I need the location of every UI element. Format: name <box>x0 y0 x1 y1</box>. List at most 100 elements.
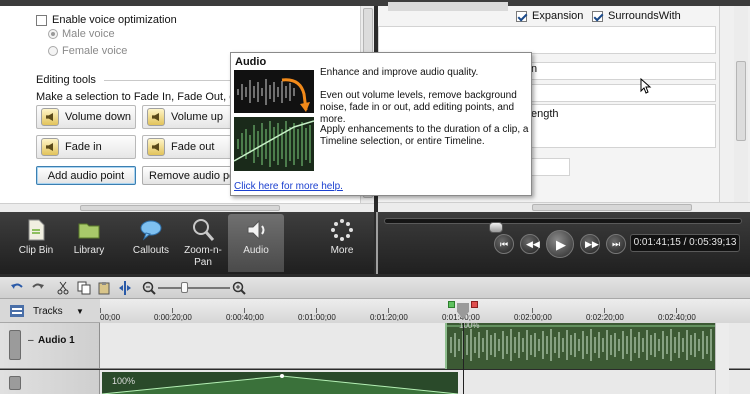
track-grip-handle[interactable] <box>9 330 21 360</box>
surrounds-with-checkbox[interactable]: SurroundsWith <box>592 10 681 22</box>
property-field-4-text: ength <box>531 108 559 120</box>
tooltip-paragraph-1: Enhance and improve audio quality. <box>320 67 479 78</box>
tab-callouts[interactable]: Callouts <box>123 214 179 272</box>
tab-more[interactable]: More <box>314 214 370 272</box>
add-audio-point-button[interactable]: Add audio point <box>36 166 136 185</box>
fade-out-button[interactable]: Fade out <box>142 135 242 159</box>
female-voice-label: Female voice <box>62 45 128 57</box>
properties-horizontal-scrollbar[interactable] <box>378 202 750 212</box>
timecode-display: 0:01:41;15 / 0:05:39;13 <box>630 234 740 252</box>
female-voice-radio[interactable]: Female voice <box>48 45 127 57</box>
checkbox-box[interactable] <box>36 14 47 26</box>
volume-up-button[interactable]: Volume up <box>142 105 242 129</box>
tooltip-help-link[interactable]: Click here for more help. <box>234 181 343 192</box>
tab-clip-bin[interactable]: Clip Bin <box>8 214 64 272</box>
enable-voice-optimization-label: Enable voice optimization <box>52 14 177 26</box>
audio-waveform-before-image <box>234 70 314 113</box>
redo-icon[interactable] <box>31 281 45 295</box>
tooltip-paragraph-3: Apply enhancements to the duration of a … <box>320 124 529 147</box>
selection-end-marker[interactable] <box>471 301 478 308</box>
copy-icon[interactable] <box>77 281 91 295</box>
fast-forward-icon: ▶▶ <box>585 239 599 249</box>
audio-icon <box>247 219 265 241</box>
callouts-icon <box>140 220 162 241</box>
timeline-ruler[interactable]: 00;00 0:00:20;00 0:00:40;00 0:01:00;00 0… <box>100 299 750 323</box>
property-field-4[interactable]: ength <box>528 104 716 148</box>
track-name: Audio 1 <box>38 335 75 346</box>
tab-label: Library <box>73 245 105 256</box>
track-header: – Audio 1 <box>0 323 100 368</box>
enable-voice-optimization-checkbox[interactable]: Enable voice optimization <box>36 14 177 26</box>
zoom-n-pan-icon <box>193 219 215 241</box>
tracks-label[interactable]: Tracks <box>33 306 63 317</box>
scroll-thumb[interactable] <box>532 204 692 211</box>
ruler-label: 0:00:20;00 <box>154 313 192 322</box>
paste-icon[interactable] <box>97 281 111 295</box>
male-voice-radio[interactable]: Male voice <box>48 28 115 40</box>
rewind-button[interactable]: ◀◀ <box>520 234 540 254</box>
mouse-cursor-icon <box>640 78 652 94</box>
audio-clip[interactable]: 100% <box>445 321 717 369</box>
volume-down-button[interactable]: Volume down <box>36 105 136 129</box>
left-panel-horizontal-scrollbar[interactable] <box>0 203 374 212</box>
fade-in-icon <box>41 138 59 156</box>
radio-circle[interactable] <box>48 46 58 56</box>
clip-2-volume-percent: 100% <box>112 376 136 386</box>
property-field-1[interactable] <box>378 26 716 54</box>
scroll-thumb[interactable] <box>736 61 746 141</box>
volume-down-icon <box>41 108 59 126</box>
zoom-slider-knob[interactable] <box>181 282 188 293</box>
play-button[interactable]: ▶ <box>546 230 574 258</box>
scroll-thumb[interactable] <box>80 205 280 211</box>
play-icon: ▶ <box>556 237 566 252</box>
undo-icon[interactable] <box>10 281 24 295</box>
timeline-toolbar <box>0 277 750 299</box>
radio-circle[interactable] <box>48 29 58 39</box>
fade-in-button[interactable]: Fade in <box>36 135 136 159</box>
property-field-5[interactable] <box>528 158 570 176</box>
tab-zoom-n-pan[interactable]: Zoom-n-Pan <box>175 214 231 272</box>
tracks-menu-icon[interactable] <box>10 305 24 317</box>
cut-icon[interactable] <box>56 281 70 295</box>
track-grip-handle[interactable] <box>9 376 21 390</box>
tracks-dropdown-icon[interactable]: ▼ <box>76 307 84 316</box>
top-field-partial <box>388 2 508 11</box>
skip-to-end-icon: ⏭ <box>612 239 621 249</box>
ruler-label: 0:01:00;00 <box>298 313 336 322</box>
properties-vertical-scrollbar[interactable] <box>734 6 748 202</box>
ruler-label: 0:01:20;00 <box>370 313 408 322</box>
skip-to-end-button[interactable]: ⏭ <box>606 234 626 254</box>
ruler-label: 0:02:40;00 <box>658 313 696 322</box>
audio-waveform <box>447 323 717 369</box>
tab-label: More <box>330 245 354 256</box>
expansion-checkbox[interactable]: Expansion <box>516 10 583 22</box>
library-icon <box>78 223 100 239</box>
checkbox-box[interactable] <box>516 10 527 22</box>
playback-progress-track[interactable] <box>384 218 742 233</box>
editing-tools-label: Editing tools <box>36 74 96 86</box>
playback-position-knob[interactable] <box>489 222 503 233</box>
tab-library[interactable]: Library <box>61 214 117 272</box>
ruler-label: 0:00:40;00 <box>226 313 264 322</box>
skip-to-start-icon: ⏮ <box>500 239 509 249</box>
skip-to-start-button[interactable]: ⏮ <box>494 234 514 254</box>
audio-clip-2[interactable]: 100% <box>102 372 458 394</box>
zoom-slider-track[interactable] <box>158 287 230 289</box>
fast-forward-button[interactable]: ▶▶ <box>580 234 600 254</box>
selection-start-marker[interactable] <box>448 301 455 308</box>
ruler-label: 00;00 <box>100 313 121 322</box>
tab-label: Audio <box>243 245 269 256</box>
tooltip-paragraph-2: Even out volume levels, remove backgroun… <box>320 90 517 125</box>
timeline-vertical-scrollbar[interactable] <box>715 323 729 394</box>
zoom-out-icon[interactable] <box>142 281 156 295</box>
split-icon[interactable] <box>118 281 132 295</box>
task-tabs-bar: Clip Bin Library Callouts Zoom-n-Pan Aud… <box>0 212 374 274</box>
collapse-track-icon[interactable]: – <box>28 335 34 346</box>
property-field-3[interactable] <box>528 84 716 102</box>
property-field-2[interactable]: n <box>528 62 716 80</box>
tab-audio[interactable]: Audio <box>228 214 284 272</box>
fade-out-icon <box>147 138 165 156</box>
zoom-in-icon[interactable] <box>232 281 246 295</box>
checkbox-box[interactable] <box>592 10 603 22</box>
volume-down-label: Volume down <box>65 111 132 123</box>
